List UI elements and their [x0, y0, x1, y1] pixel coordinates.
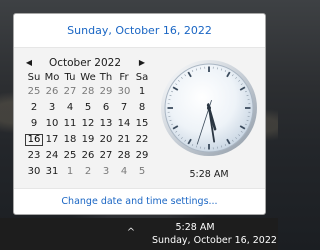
weekday-header: Th	[99, 72, 113, 83]
calendar-day[interactable]: 25	[25, 86, 43, 98]
calendar-day[interactable]: 27	[61, 86, 79, 98]
calendar-day[interactable]: 31	[43, 166, 61, 178]
calendar-day[interactable]: 23	[25, 150, 43, 162]
calendar-day[interactable]: 29	[97, 86, 115, 98]
month-year-header[interactable]: October 2022	[36, 55, 134, 71]
calendar-clock-panel: ◀ October 2022 ▶ Su Mo Tu We Th Fr Sa 25 26 27 28 2…	[14, 47, 265, 189]
calendar-day[interactable]: 12	[79, 118, 97, 130]
calendar-day[interactable]: 1	[61, 166, 79, 178]
calendar-day[interactable]: 9	[25, 118, 43, 130]
calendar-day[interactable]: 18	[61, 134, 79, 146]
calendar-day[interactable]: 21	[115, 134, 133, 146]
calendar-day[interactable]: 25	[61, 150, 79, 162]
calendar-day[interactable]: 30	[25, 166, 43, 178]
weekday-header: Sa	[135, 72, 149, 83]
calendar-day[interactable]: 14	[115, 118, 133, 130]
calendar-day[interactable]: 11	[61, 118, 79, 130]
calendar-day[interactable]: 1	[133, 86, 151, 98]
calendar-day[interactable]: 15	[133, 118, 151, 130]
weekday-header: Tu	[64, 72, 76, 83]
weekday-header: Fr	[119, 72, 129, 83]
calendar-day[interactable]: 20	[97, 134, 115, 146]
calendar-day[interactable]: 4	[115, 166, 133, 178]
chevron-right-icon[interactable]: ▶	[135, 55, 149, 71]
calendar-day[interactable]: 29	[133, 150, 151, 162]
chevron-up-icon[interactable]: ^	[125, 228, 137, 238]
clock-center-pin	[207, 106, 211, 110]
calendar-day[interactable]: 5	[79, 102, 97, 114]
calendar-day[interactable]: 7	[115, 102, 133, 114]
calendar-day[interactable]: 10	[43, 118, 61, 130]
calendar-day[interactable]: 22	[133, 134, 151, 146]
analog-clock	[159, 58, 259, 158]
clock-face-icon	[161, 60, 257, 156]
calendar-day[interactable]: 8	[133, 102, 151, 114]
weekday-header: Mo	[44, 72, 60, 83]
taskbar-clock-date[interactable]: Sunday, October 16, 2022	[152, 235, 278, 246]
taskbar: ^ 5:28 AM Sunday, October 16, 2022	[0, 218, 278, 250]
calendar-day[interactable]: 6	[97, 102, 115, 114]
calendar-day-today[interactable]: 16	[25, 134, 43, 146]
weekday-header: We	[80, 72, 96, 83]
calendar-day[interactable]: 3	[43, 102, 61, 114]
calendar-day[interactable]: 24	[43, 150, 61, 162]
calendar-day[interactable]: 30	[115, 86, 133, 98]
change-date-time-settings-link[interactable]: Change date and time settings...	[14, 188, 265, 214]
calendar-day[interactable]: 27	[97, 150, 115, 162]
calendar-day[interactable]: 17	[43, 134, 61, 146]
calendar-day[interactable]: 13	[97, 118, 115, 130]
calendar-day[interactable]: 26	[79, 150, 97, 162]
taskbar-clock-time[interactable]: 5:28 AM	[160, 222, 230, 233]
calendar-day[interactable]: 28	[79, 86, 97, 98]
calendar-day[interactable]: 4	[61, 102, 79, 114]
month-navigation: ◀ October 2022 ▶	[20, 55, 150, 71]
calendar-flyout: Sunday, October 16, 2022 ◀ October 2022 …	[13, 13, 266, 215]
calendar-day[interactable]: 28	[115, 150, 133, 162]
calendar-day[interactable]: 2	[25, 102, 43, 114]
long-date-link[interactable]: Sunday, October 16, 2022	[14, 14, 265, 47]
calendar-day[interactable]: 2	[79, 166, 97, 178]
calendar-day[interactable]: 3	[97, 166, 115, 178]
weekday-header: Su	[27, 72, 41, 83]
calendar-day[interactable]: 5	[133, 166, 151, 178]
chevron-left-icon[interactable]: ◀	[22, 55, 36, 71]
clock-time-label: 5:28 AM	[189, 169, 229, 180]
calendar-day[interactable]: 19	[79, 134, 97, 146]
calendar-day[interactable]: 26	[43, 86, 61, 98]
